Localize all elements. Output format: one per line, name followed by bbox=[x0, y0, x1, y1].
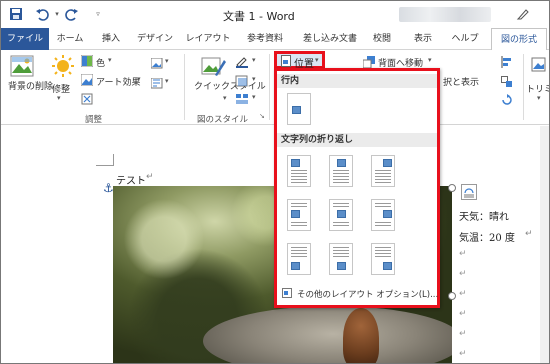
paragraph-mark: ↵ bbox=[459, 349, 467, 359]
undo-icon[interactable] bbox=[35, 7, 49, 21]
reset-picture-dropdown-icon[interactable]: ▾ bbox=[165, 77, 169, 85]
position-top-right-option[interactable] bbox=[371, 155, 395, 187]
test-text[interactable]: テスト bbox=[116, 172, 146, 187]
tab-mailings[interactable]: 差し込み文書 bbox=[299, 28, 361, 50]
resize-handle[interactable] bbox=[448, 292, 456, 300]
tab-home[interactable]: ホーム bbox=[51, 28, 89, 50]
quick-styles-label[interactable]: クイックスタイル bbox=[194, 82, 266, 93]
position-inline-option[interactable] bbox=[287, 93, 311, 125]
picture-effects-dropdown-icon[interactable]: ▾ bbox=[252, 75, 256, 83]
tab-view[interactable]: 表示 bbox=[409, 28, 437, 50]
group-icon[interactable] bbox=[501, 76, 513, 91]
customize-qat-icon[interactable]: ▿ bbox=[91, 7, 105, 21]
save-icon[interactable] bbox=[9, 7, 23, 21]
ribbon-separator bbox=[269, 54, 270, 120]
tab-file[interactable]: ファイル bbox=[1, 28, 49, 50]
paragraph-mark: ↵ bbox=[459, 329, 467, 339]
position-thumb-picture bbox=[292, 106, 301, 114]
paragraph-mark: ↵ bbox=[459, 309, 467, 319]
tab-references[interactable]: 参考資料 bbox=[239, 28, 291, 50]
margin-corner-mark bbox=[96, 154, 114, 166]
layout-options-icon bbox=[464, 188, 474, 198]
position-dropdown-icon: ▾ bbox=[315, 56, 319, 64]
change-picture-dropdown-icon[interactable]: ▾ bbox=[165, 57, 169, 65]
window-title: 文書 1 - Word bbox=[223, 10, 295, 23]
layout-options-small-icon bbox=[282, 288, 292, 301]
position-middle-center-option[interactable] bbox=[329, 199, 353, 231]
change-picture-icon[interactable] bbox=[150, 57, 165, 73]
photo-pinecone bbox=[343, 308, 379, 363]
tab-layout[interactable]: レイアウト bbox=[182, 28, 234, 50]
ribbon-separator bbox=[523, 54, 524, 120]
position-bottom-right-option[interactable] bbox=[371, 243, 395, 275]
dialog-launcher-icon[interactable]: ↘ bbox=[259, 112, 265, 120]
picture-border-icon[interactable] bbox=[235, 56, 249, 71]
tab-insert[interactable]: 挿入 bbox=[95, 28, 127, 50]
picture-styles-group-label: 図のスタイル bbox=[197, 115, 249, 125]
paragraph-mark: ↵ bbox=[525, 229, 533, 239]
crop-icon[interactable] bbox=[531, 56, 547, 79]
artistic-effects-dropdown-icon[interactable]: ▾ bbox=[137, 75, 141, 83]
account-area[interactable] bbox=[399, 7, 491, 22]
artistic-effects-icon[interactable] bbox=[80, 73, 94, 89]
remove-background-icon[interactable] bbox=[10, 55, 34, 80]
layout-options-button[interactable] bbox=[461, 184, 477, 200]
ribbon-tab-bar: ファイル ホーム 挿入 デザイン レイアウト 参考資料 差し込み文書 校閲 表示… bbox=[1, 28, 549, 51]
paragraph-mark: ↵ bbox=[459, 249, 467, 259]
paragraph-mark: ↵ bbox=[459, 289, 467, 299]
vertical-scrollbar[interactable] bbox=[540, 126, 549, 363]
tab-help[interactable]: ヘルプ bbox=[447, 28, 483, 50]
position-top-center-option[interactable] bbox=[329, 155, 353, 187]
corrections-dropdown-icon[interactable]: ▾ bbox=[57, 94, 61, 102]
more-layout-options-item[interactable]: その他のレイアウト オプション(L)... bbox=[277, 285, 439, 303]
adjust-group-label: 調整 bbox=[85, 115, 103, 125]
ribbon-separator bbox=[184, 54, 185, 120]
redo-icon[interactable] bbox=[65, 7, 79, 21]
compress-pictures-icon[interactable] bbox=[81, 93, 93, 108]
artistic-effects-label[interactable]: アート効果 bbox=[96, 75, 140, 88]
title-bar: ▾ ▿ 文書 1 - Word bbox=[1, 1, 549, 28]
tab-review[interactable]: 校閲 bbox=[368, 28, 396, 50]
position-bottom-left-option[interactable] bbox=[287, 243, 311, 275]
position-button[interactable]: 位置 ▾ bbox=[274, 51, 325, 70]
position-dropdown-menu: 行内 文字列の折り返し その他のレイアウト オプション(L)... bbox=[274, 68, 440, 308]
position-middle-left-option[interactable] bbox=[287, 199, 311, 231]
picture-layout-icon[interactable] bbox=[235, 93, 249, 108]
quick-styles-dropdown-icon[interactable]: ▾ bbox=[223, 94, 227, 102]
color-dropdown-icon[interactable]: ▾ bbox=[108, 56, 112, 64]
position-top-left-option[interactable] bbox=[287, 155, 311, 187]
resize-handle[interactable] bbox=[448, 184, 456, 192]
paragraph-mark: ↵ bbox=[459, 269, 467, 279]
picture-effects-icon[interactable] bbox=[235, 75, 249, 90]
undo-dropdown-icon[interactable]: ▾ bbox=[50, 7, 64, 21]
send-backward-dropdown-icon[interactable]: ▾ bbox=[428, 56, 432, 64]
quick-styles-icon[interactable] bbox=[201, 55, 227, 82]
color-label[interactable]: 色 bbox=[96, 56, 105, 69]
position-middle-right-option[interactable] bbox=[371, 199, 395, 231]
color-icon[interactable] bbox=[80, 54, 94, 70]
weather-text[interactable]: 天気：晴れ bbox=[459, 208, 509, 223]
picture-layout-dropdown-icon[interactable]: ▾ bbox=[252, 93, 256, 101]
crop-dropdown-icon[interactable]: ▾ bbox=[537, 94, 541, 102]
inline-header: 行内 bbox=[277, 74, 437, 88]
position-bottom-center-option[interactable] bbox=[329, 243, 353, 275]
tab-picture-format[interactable]: 図の形式 bbox=[491, 28, 547, 51]
corrections-icon[interactable] bbox=[51, 55, 75, 80]
corrections-label[interactable]: 修整 bbox=[52, 82, 70, 95]
pen-icon[interactable] bbox=[516, 7, 530, 21]
selection-pane-label[interactable]: 択と表示 bbox=[443, 75, 479, 88]
rotate-icon[interactable] bbox=[501, 94, 513, 109]
remove-background-label[interactable]: 背景の削除 bbox=[8, 82, 53, 93]
temperature-text[interactable]: 気温：20 度 bbox=[459, 229, 515, 244]
picture-border-dropdown-icon[interactable]: ▾ bbox=[252, 56, 256, 64]
tab-design[interactable]: デザイン bbox=[133, 28, 177, 50]
align-icon[interactable] bbox=[501, 56, 513, 71]
reset-picture-icon[interactable] bbox=[150, 77, 165, 93]
more-layout-options-label: その他のレイアウト オプション(L)... bbox=[297, 290, 439, 300]
paragraph-mark: ↵ bbox=[146, 172, 154, 182]
wrap-header: 文字列の折り返し bbox=[277, 133, 437, 147]
